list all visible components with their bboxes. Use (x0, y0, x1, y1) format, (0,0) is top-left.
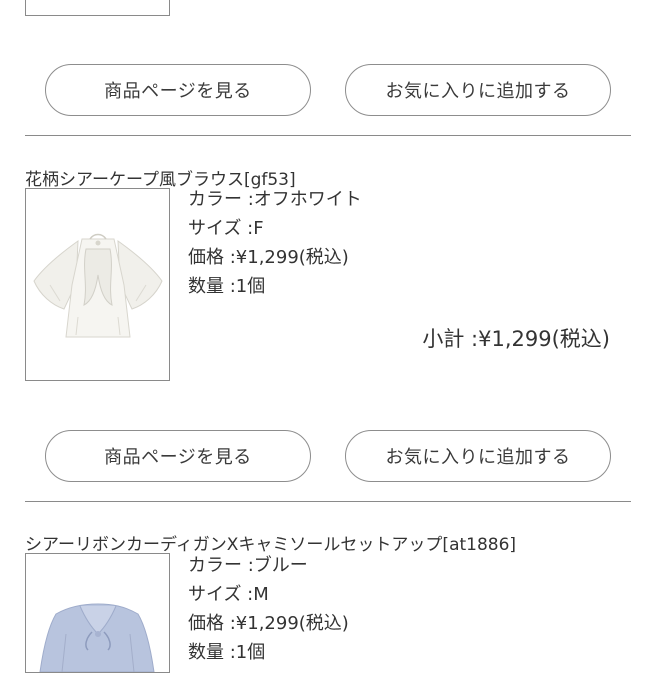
product-quantity: 数量 :1個 (188, 642, 266, 663)
product-thumbnail[interactable] (25, 553, 170, 673)
add-favorite-button[interactable]: お気に入りに追加する (345, 430, 611, 482)
product-color: カラー :オフホワイト (188, 189, 362, 210)
product-price: 価格 :¥1,299(税込) (188, 613, 349, 634)
add-favorite-button-label: お気に入りに追加する (385, 81, 571, 102)
product-page-button-label: 商品ページを見る (104, 447, 252, 468)
product-title[interactable]: シアーリボンカーディガンXキャミソールセットアップ[at1886] (25, 530, 516, 555)
add-favorite-button-label: お気に入りに追加する (385, 447, 571, 468)
item-divider (25, 501, 631, 502)
product-quantity: 数量 :1個 (188, 276, 266, 297)
product-page-button-label: 商品ページを見る (104, 81, 252, 102)
add-favorite-button[interactable]: お気に入りに追加する (345, 64, 611, 116)
product-thumbnail[interactable] (25, 188, 170, 381)
product-price: 価格 :¥1,299(税込) (188, 247, 349, 268)
product-subtotal: 小計 :¥1,299(税込) (422, 327, 610, 351)
item-divider (25, 135, 631, 136)
blue-cardigan-image (26, 554, 169, 672)
product-size: サイズ :F (188, 218, 264, 239)
product-color: カラー :ブルー (188, 555, 308, 576)
product-page-button[interactable]: 商品ページを見る (45, 64, 311, 116)
white-cape-blouse-image (26, 189, 169, 380)
product-page-button[interactable]: 商品ページを見る (45, 430, 311, 482)
product-size: サイズ :M (188, 584, 269, 605)
product-title[interactable]: 花柄シアーケープ風ブラウス[gf53] (25, 165, 296, 190)
product-thumbnail[interactable] (25, 0, 170, 16)
